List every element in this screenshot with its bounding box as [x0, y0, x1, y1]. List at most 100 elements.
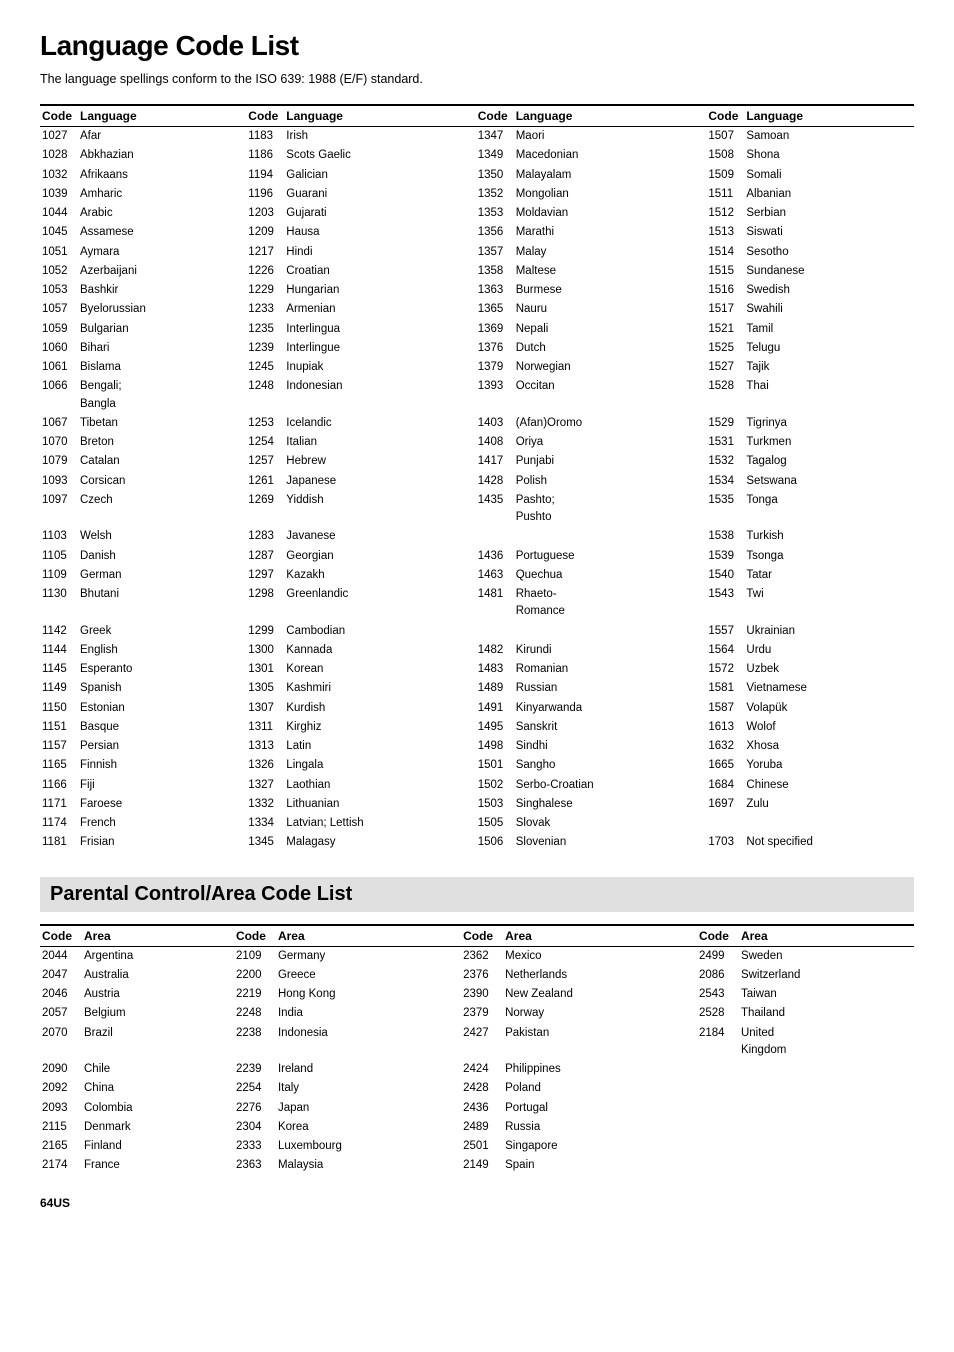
lang-name: Marathi [514, 223, 707, 242]
lang-code: 1509 [706, 166, 744, 185]
area-name: Colombia [82, 1099, 234, 1118]
lang-name: Italian [284, 433, 475, 452]
lang-code: 1356 [476, 223, 514, 242]
lang-code: 1581 [706, 679, 744, 698]
area-name: Greece [276, 966, 461, 985]
lang-code: 1149 [40, 679, 78, 698]
lang-code [476, 622, 514, 641]
table-row: 1079Catalan1257Hebrew1417Punjabi1532Taga… [40, 452, 914, 471]
lang-name: Albanian [744, 185, 914, 204]
lang-name [514, 527, 707, 546]
lang-code: 1515 [706, 262, 744, 281]
area-code: 2149 [461, 1156, 503, 1175]
lang-name: Occitan [514, 377, 707, 414]
lang-name: Ukrainian [744, 622, 914, 641]
area-name [739, 1079, 914, 1098]
area-col2-area-header: Area [276, 925, 461, 947]
lang-name: Twi [744, 585, 914, 622]
lang-name: Aymara [78, 243, 246, 262]
lang-code: 1067 [40, 414, 78, 433]
lang-name: Kannada [284, 641, 475, 660]
lang-name: Guarani [284, 185, 475, 204]
area-code: 2165 [40, 1137, 82, 1156]
area-code: 2499 [697, 946, 739, 966]
area-col3-area-header: Area [503, 925, 697, 947]
area-name: Poland [503, 1079, 697, 1098]
table-row: 1181Frisian1345Malagasy1506Slovenian1703… [40, 833, 914, 852]
area-code: 2254 [234, 1079, 276, 1098]
area-code: 2436 [461, 1099, 503, 1118]
lang-code: 1532 [706, 452, 744, 471]
lang-name: (Afan)Oromo [514, 414, 707, 433]
area-code: 2501 [461, 1137, 503, 1156]
table-row: 1149Spanish1305Kashmiri1489Russian1581Vi… [40, 679, 914, 698]
lang-name: Bashkir [78, 281, 246, 300]
lang-name: Samoan [744, 127, 914, 147]
lang-code: 1157 [40, 737, 78, 756]
area-name: Sweden [739, 946, 914, 966]
lang-name: Latvian; Lettish [284, 814, 475, 833]
lang-code: 1297 [246, 566, 284, 585]
lang-name: Laothian [284, 776, 475, 795]
area-code: 2427 [461, 1024, 503, 1061]
lang-name: Sindhi [514, 737, 707, 756]
lang-name: Irish [284, 127, 475, 147]
lang-code: 1300 [246, 641, 284, 660]
area-name: India [276, 1004, 461, 1023]
area-code: 2239 [234, 1060, 276, 1079]
lang-code: 1145 [40, 660, 78, 679]
lang-code: 1051 [40, 243, 78, 262]
area-code [697, 1099, 739, 1118]
lang-name: Macedonian [514, 146, 707, 165]
area-code: 2333 [234, 1137, 276, 1156]
area-code [697, 1118, 739, 1137]
lang-code: 1151 [40, 718, 78, 737]
area-name: Denmark [82, 1118, 234, 1137]
lang-code: 1393 [476, 377, 514, 414]
lang-code: 1044 [40, 204, 78, 223]
lang-code: 1534 [706, 472, 744, 491]
area-name: France [82, 1156, 234, 1175]
lang-code: 1233 [246, 300, 284, 319]
lang-code: 1363 [476, 281, 514, 300]
area-name [739, 1118, 914, 1137]
area-name: Norway [503, 1004, 697, 1023]
lang-code: 1517 [706, 300, 744, 319]
lang-code: 1097 [40, 491, 78, 528]
area-name: Japan [276, 1099, 461, 1118]
lang-code: 1511 [706, 185, 744, 204]
lang-name: Telugu [744, 339, 914, 358]
table-row: 2165Finland2333Luxembourg2501Singapore [40, 1137, 914, 1156]
lang-code: 1045 [40, 223, 78, 242]
lang-name: Icelandic [284, 414, 475, 433]
lang-code: 1632 [706, 737, 744, 756]
lang-code: 1196 [246, 185, 284, 204]
area-name: Australia [82, 966, 234, 985]
area-code [697, 1060, 739, 1079]
lang-code: 1358 [476, 262, 514, 281]
lang-name: Nepali [514, 320, 707, 339]
area-name: Germany [276, 946, 461, 966]
lang-name: Lithuanian [284, 795, 475, 814]
lang-code: 1253 [246, 414, 284, 433]
lang-code: 1061 [40, 358, 78, 377]
lang-col4-lang-header: Language [744, 105, 914, 127]
table-row: 1057Byelorussian1233Armenian1365Nauru151… [40, 300, 914, 319]
area-code: 2424 [461, 1060, 503, 1079]
lang-code: 1506 [476, 833, 514, 852]
lang-code: 1171 [40, 795, 78, 814]
lang-code: 1508 [706, 146, 744, 165]
lang-code: 1481 [476, 585, 514, 622]
table-row: 1144English1300Kannada1482Kirundi1564Urd… [40, 641, 914, 660]
lang-code: 1332 [246, 795, 284, 814]
lang-name: Kazakh [284, 566, 475, 585]
language-table: Code Language Code Language Code Languag… [40, 104, 914, 853]
lang-name: Tsonga [744, 547, 914, 566]
lang-code: 1053 [40, 281, 78, 300]
lang-name: Tigrinya [744, 414, 914, 433]
lang-code: 1027 [40, 127, 78, 147]
lang-code: 1505 [476, 814, 514, 833]
lang-name: Uzbek [744, 660, 914, 679]
table-row: 1165Finnish1326Lingala1501Sangho1665Yoru… [40, 756, 914, 775]
area-name: Korea [276, 1118, 461, 1137]
